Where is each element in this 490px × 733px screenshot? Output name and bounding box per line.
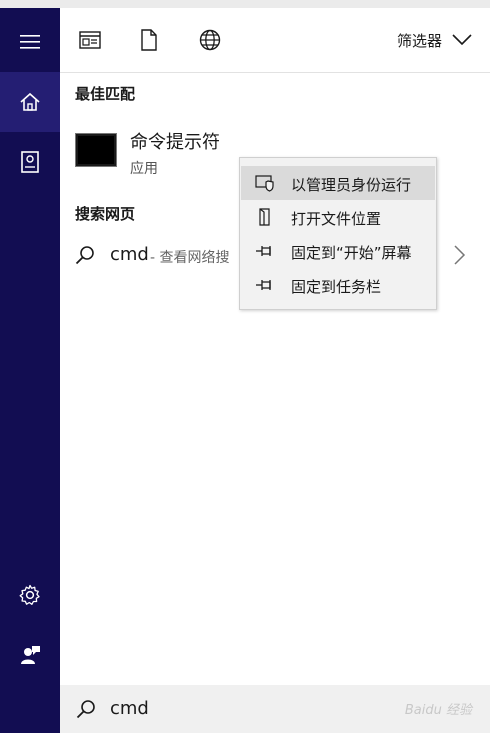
menu-item-pin-to-taskbar[interactable]: 固定到任务栏 [241, 268, 435, 302]
filter-dropdown-label[interactable]: 筛选器 [397, 30, 442, 51]
home-icon [20, 92, 40, 111]
chevron-down-icon[interactable] [452, 34, 472, 46]
search-box[interactable]: cmd Baidu 经验 [60, 685, 490, 733]
search-results-panel: 筛选器 最佳匹配 命令提示符 应用 搜索网页 cmd - 查看网络搜 [60, 8, 490, 685]
search-icon [76, 700, 95, 719]
menu-item-pin-to-start[interactable]: 固定到“开始”屏幕 [241, 234, 435, 268]
sidebar-menu-button[interactable] [0, 12, 60, 72]
globe-icon [199, 29, 221, 51]
web-filter-button[interactable] [198, 28, 222, 52]
gear-icon [19, 584, 40, 605]
web-search-heading: 搜索网页 [75, 205, 136, 223]
best-match-title: 命令提示符 [130, 132, 220, 153]
command-prompt-icon [75, 133, 117, 167]
menu-item-open-file-location[interactable]: 打开文件位置 [241, 200, 435, 234]
pin-icon [256, 280, 271, 290]
menu-item-run-as-admin[interactable]: 以管理员身份运行 [241, 166, 435, 200]
sidebar-item-notebook[interactable] [0, 132, 60, 192]
watermark: Baidu 经验 [404, 703, 472, 718]
sidebar [0, 8, 60, 733]
menu-item-label: 固定到任务栏 [291, 278, 382, 296]
apps-filter-button[interactable] [78, 28, 102, 52]
context-menu: 以管理员身份运行 打开文件位置 固定到“开始”屏幕 固定到任务栏 [239, 157, 437, 310]
best-match-subtitle: 应用 [130, 161, 158, 177]
chevron-right-icon[interactable] [454, 245, 466, 265]
results-toolbar: 筛选器 [60, 8, 490, 73]
menu-item-label: 以管理员身份运行 [291, 176, 412, 194]
file-location-icon [259, 208, 270, 226]
document-icon [141, 29, 157, 51]
documents-filter-button[interactable] [137, 28, 161, 52]
sidebar-item-feedback[interactable] [0, 625, 60, 685]
menu-item-label: 固定到“开始”屏幕 [291, 244, 412, 262]
web-search-query: cmd [110, 244, 149, 265]
sidebar-item-settings[interactable] [0, 565, 60, 625]
menu-item-label: 打开文件位置 [291, 210, 382, 228]
feedback-icon [21, 646, 40, 664]
hamburger-menu-icon [20, 35, 40, 49]
search-input[interactable]: cmd [110, 698, 149, 719]
best-match-heading: 最佳匹配 [75, 85, 136, 103]
shield-icon [255, 175, 274, 192]
pin-icon [256, 246, 271, 256]
sidebar-item-home[interactable] [0, 72, 60, 132]
window-top-strip [0, 0, 490, 8]
search-icon [75, 246, 94, 265]
app-window-icon [79, 31, 101, 49]
web-search-description: - 查看网络搜 [150, 250, 230, 266]
notebook-icon [21, 151, 39, 173]
